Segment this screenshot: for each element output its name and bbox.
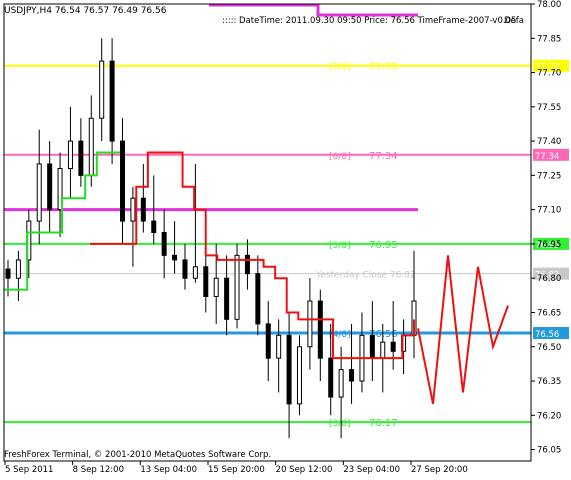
candle-body <box>109 60 115 142</box>
x-tick-label: 27 Sep 20:00 <box>411 465 468 475</box>
y-tick-label: 77.55 <box>537 103 561 113</box>
candle-body <box>36 163 42 222</box>
footer-copyright: FreshForex Terminal, © 2001-2010 MetaQuo… <box>4 450 271 460</box>
level-value-3-8: 76.17 <box>369 418 398 429</box>
x-tick-label: 20 Sep 12:00 <box>276 465 333 475</box>
candle-body <box>192 266 198 279</box>
candle-body <box>338 369 344 398</box>
candle-body <box>234 254 240 320</box>
candle-body <box>307 300 313 348</box>
candle-body <box>286 334 292 405</box>
candle-body <box>317 300 323 359</box>
candle-body <box>47 163 53 211</box>
level-label-6-8: [6/8] <box>329 152 351 162</box>
x-tick-label: 15 Sep 20:00 <box>208 465 265 475</box>
info-line: ::::: DateTime: 2011.09.30 09:50 Price: … <box>222 16 516 26</box>
level-value-5-8: 76.95 <box>369 240 398 251</box>
level-label-3-8: [3/8] <box>329 419 351 429</box>
candle-body <box>276 334 282 359</box>
candle-body <box>182 259 188 279</box>
candle-body <box>67 140 73 170</box>
symbol-header: USDJPY,H4 76.54 76.57 76.49 76.56 <box>4 6 167 16</box>
candle-body <box>296 346 302 405</box>
y-tick-label: 76.65 <box>537 308 561 318</box>
candle-body <box>140 197 146 222</box>
candle-body <box>5 268 11 279</box>
y-tick-label: 77.25 <box>537 171 561 181</box>
y-tick-label: 77.85 <box>537 34 561 44</box>
y-tick-label: 76.95 <box>537 240 561 250</box>
candle-body <box>151 220 157 233</box>
y-tick-label: 76.05 <box>537 446 561 456</box>
price-tag-label: 77.34 <box>535 152 559 162</box>
info-extra: Defa <box>504 16 524 26</box>
candle-body <box>224 277 230 320</box>
candle-body <box>380 341 386 359</box>
candle-body <box>369 334 375 359</box>
level-value-7-8: 77.73 <box>369 62 398 73</box>
level-label-5-8: [5/8] <box>329 241 351 251</box>
candle-body <box>161 232 167 256</box>
candle-body <box>172 254 178 261</box>
candle-body <box>255 273 261 325</box>
x-tick-label: 5 Sep 2011 <box>5 465 53 475</box>
y-tick-label: 76.50 <box>537 343 561 353</box>
y-tick-label: 77.40 <box>537 137 561 147</box>
chart-background <box>0 0 571 480</box>
x-tick-label: 8 Sep 12:00 <box>73 465 124 475</box>
forex-chart: [7/8] 77.73 77.73[6/8] 77.34 77.34[5/8] 76.95… <box>0 0 571 480</box>
candle-body <box>328 357 334 398</box>
candle-body <box>213 277 219 297</box>
y-tick-label: 77.10 <box>537 206 561 216</box>
y-tick-label: 77.70 <box>537 69 561 79</box>
candle-body <box>15 259 21 279</box>
level-label-yesterday-close: Yesterday Close 76.82 <box>315 271 416 281</box>
level-label-7-8: [7/8] <box>329 63 351 73</box>
x-tick-label: 23 Sep 04:00 <box>343 465 400 475</box>
candle-body <box>99 60 105 119</box>
y-tick-label: 78.00 <box>537 0 561 10</box>
candle-body <box>88 117 94 176</box>
x-tick-label: 13 Sep 04:00 <box>140 465 197 475</box>
y-tick-label: 76.20 <box>537 411 561 421</box>
candle-body <box>244 254 250 275</box>
price-tag-label: 76.56 <box>535 330 559 340</box>
candle-body <box>130 197 136 222</box>
candle-body <box>390 341 396 352</box>
level-value-6-8: 77.34 <box>369 151 398 162</box>
y-tick-label: 76.35 <box>537 377 561 387</box>
candle-body <box>265 323 271 359</box>
y-tick-label: 76.80 <box>537 274 561 284</box>
candle-body <box>120 140 126 222</box>
candle-body <box>78 140 84 176</box>
candle-body <box>349 369 355 382</box>
candle-body <box>203 266 209 297</box>
